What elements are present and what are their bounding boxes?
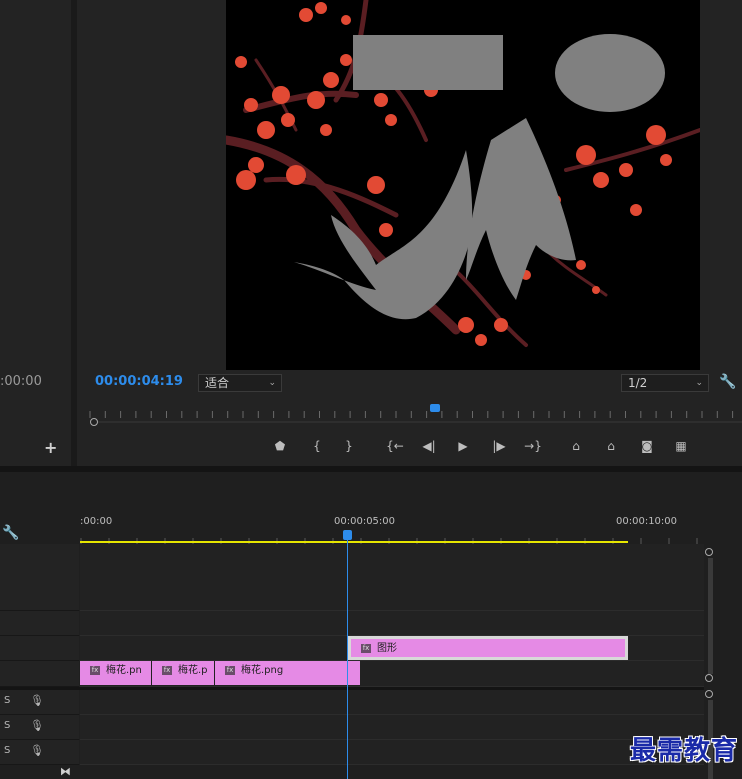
ruler-label-10s: 00:00:10:00 <box>616 516 678 527</box>
zoom-value: 适合 <box>205 376 230 390</box>
add-button[interactable]: + <box>44 438 57 457</box>
ruler-label-5s: 00:00:05:00 <box>334 516 396 527</box>
timeline-ruler[interactable] <box>80 530 704 545</box>
solo-label[interactable]: S <box>4 720 10 731</box>
plum-clip-1[interactable]: fx 梅花.pn <box>80 661 151 685</box>
lift-icon[interactable]: ⌂ <box>566 436 586 456</box>
clip-label: 梅花.pn <box>106 665 142 676</box>
comparison-view-icon[interactable]: ▦ <box>671 436 691 456</box>
step-back-icon[interactable]: ◀| <box>419 436 439 456</box>
step-forward-icon[interactable]: |▶ <box>489 436 509 456</box>
go-to-out-icon[interactable]: →} <box>523 436 543 456</box>
track-header-v3[interactable] <box>0 611 79 636</box>
timeline-settings-wrench-icon[interactable]: 🔧 <box>2 525 19 541</box>
clip-label: 图形 <box>377 643 397 654</box>
mark-in-icon[interactable]: { <box>307 436 327 456</box>
track-header-a2[interactable]: S 🎙 <box>0 715 79 740</box>
fx-icon: fx <box>162 665 172 675</box>
fx-icon: fx <box>225 665 235 675</box>
track-header-a1[interactable]: S 🎙 <box>0 690 79 715</box>
clip-label: 梅花.png <box>241 665 284 676</box>
ruler-label-0: :00:00 <box>80 516 113 527</box>
plum-clip-3[interactable]: fx 梅花.png <box>215 661 360 685</box>
timeline-playhead[interactable] <box>343 530 352 540</box>
fx-icon: fx <box>361 643 371 653</box>
track-header-a3[interactable]: S 🎙 <box>0 740 79 765</box>
solo-label[interactable]: S <box>4 745 10 756</box>
export-frame-icon[interactable]: ◙ <box>637 436 657 456</box>
microphone-icon[interactable]: 🎙 <box>30 719 44 732</box>
resolution-select[interactable]: 1/2 ⌄ <box>621 374 709 392</box>
ellipse-shape <box>555 34 665 112</box>
wrench-icon[interactable]: 🔧 <box>719 374 736 390</box>
fx-icon: fx <box>90 665 100 675</box>
chevron-down-icon: ⌄ <box>268 378 276 388</box>
track-header-v1[interactable] <box>0 661 79 687</box>
scroll-handle[interactable] <box>90 418 98 426</box>
zoom-select[interactable]: 适合 ⌄ <box>198 374 282 392</box>
extract-icon[interactable]: ⌂ <box>601 436 621 456</box>
graphic-clip[interactable]: fx 图形 <box>348 636 628 660</box>
program-video-viewer[interactable] <box>226 0 700 370</box>
video-frame <box>226 0 700 347</box>
add-marker-icon[interactable]: ⬟ <box>270 436 290 456</box>
microphone-icon[interactable]: 🎙 <box>30 744 44 757</box>
chevron-down-icon: ⌄ <box>695 378 703 388</box>
track-header-v2[interactable] <box>0 636 79 661</box>
track-a2[interactable] <box>80 715 704 740</box>
zoom-scroll-bar[interactable] <box>88 417 742 427</box>
source-timecode[interactable]: :00:00 <box>0 374 42 389</box>
track-v3[interactable] <box>80 611 704 636</box>
plum-clip-2[interactable]: fx 梅花.p <box>152 661 214 685</box>
track-a3[interactable] <box>80 740 704 765</box>
program-time-ruler[interactable] <box>88 404 742 418</box>
track-v4[interactable] <box>80 544 704 611</box>
track-a1[interactable] <box>80 690 704 715</box>
clip-label: 梅花.p <box>178 665 208 676</box>
source-monitor-panel <box>0 0 71 466</box>
track-header-v4[interactable] <box>0 544 79 611</box>
work-area-bar[interactable] <box>80 541 628 543</box>
playhead-line <box>347 540 348 779</box>
video-tracks-scrollbar[interactable] <box>705 548 715 684</box>
rectangle-shape <box>353 35 503 90</box>
watermark-text: 最需教育 <box>629 736 738 766</box>
program-timecode[interactable]: 00:00:04:19 <box>95 374 183 389</box>
master-audio-icon[interactable]: ⧓ <box>60 765 71 778</box>
resolution-value: 1/2 <box>628 376 648 390</box>
microphone-icon[interactable]: 🎙 <box>30 694 44 707</box>
play-icon[interactable]: ▶ <box>453 436 473 456</box>
solo-label[interactable]: S <box>4 695 10 706</box>
program-playhead[interactable] <box>429 404 440 412</box>
mark-out-icon[interactable]: } <box>339 436 359 456</box>
go-to-in-icon[interactable]: {← <box>385 436 405 456</box>
